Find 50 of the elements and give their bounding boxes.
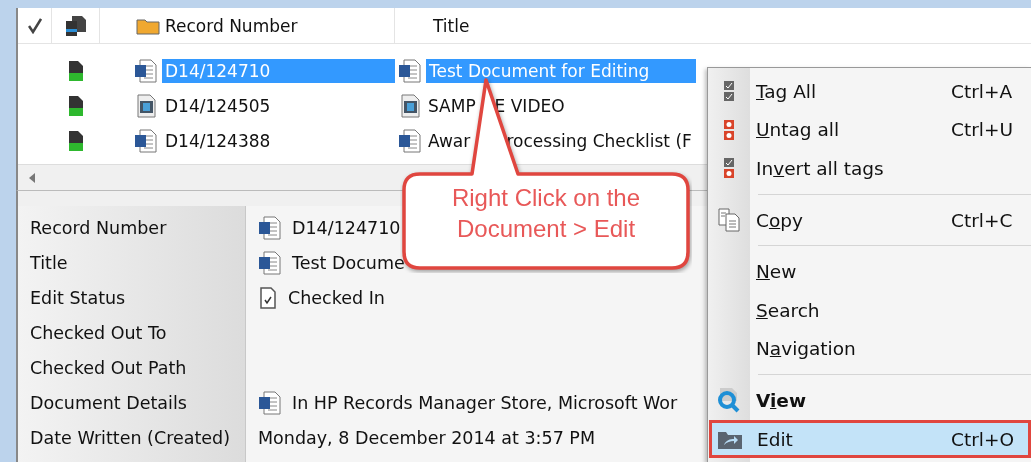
menu-item[interactable]: Edit Ctrl+O <box>709 419 1031 459</box>
column-header[interactable]: Title <box>433 15 470 36</box>
field-label: Checked Out Path <box>29 357 188 378</box>
field-value: Monday, 8 December 2014 at 3:57 PM <box>258 427 595 448</box>
scroll-left-icon[interactable] <box>28 172 36 183</box>
title-cell[interactable]: Awar <box>426 128 471 153</box>
field-label: Document Details <box>29 392 188 413</box>
menu-item[interactable]: New <box>708 252 1031 291</box>
magnifier-icon <box>716 387 742 414</box>
video-file-icon <box>134 93 158 118</box>
checked-document-icon <box>258 285 278 310</box>
video-file-icon <box>398 93 422 118</box>
check-cross-icon <box>723 157 735 180</box>
menu-item[interactable]: Invert all tags <box>708 149 1031 188</box>
record-number-cell[interactable]: D14/124505 <box>162 93 395 118</box>
document-status-icon <box>69 95 83 116</box>
field-label: Checked Out To <box>29 322 168 343</box>
field-value: In HP Records Manager Store, Microsoft Wor <box>292 392 678 413</box>
title-cell[interactable]: SAMP <box>426 93 476 118</box>
word-document-icon <box>134 58 158 83</box>
menu-item[interactable]: Tag All Ctrl+A <box>708 72 1031 111</box>
field-label: Edit Status <box>29 287 127 308</box>
field-label: Title <box>29 252 69 273</box>
word-document-icon <box>398 128 422 153</box>
menu-item[interactable]: Navigation <box>708 329 1031 369</box>
column-header[interactable]: Record Number <box>162 13 301 38</box>
folder-icon <box>136 16 160 35</box>
word-document-icon <box>258 250 282 275</box>
field-label: Date Written (Created) <box>29 427 232 448</box>
checkbox-pair-icon <box>723 80 735 103</box>
field-value: Test Docume <box>292 252 405 273</box>
menu-item[interactable]: Untag all Ctrl+U <box>708 110 1031 150</box>
word-document-icon <box>134 128 158 153</box>
callout-text: Right Click on the Document > Edit <box>450 183 642 244</box>
menu-item[interactable]: Copy Ctrl+C <box>708 200 1031 240</box>
word-document-icon <box>258 215 282 240</box>
field-value: D14/124710 <box>292 217 401 238</box>
copy-icon <box>717 208 741 233</box>
word-document-icon <box>398 58 422 83</box>
record-number-cell[interactable]: D14/124388 <box>162 128 395 153</box>
menu-item[interactable]: View <box>708 381 1031 420</box>
word-document-icon <box>258 390 282 415</box>
document-status-icon <box>69 60 83 81</box>
checkmark-icon <box>27 17 42 34</box>
documents-icon <box>64 14 87 37</box>
cross-pair-icon <box>723 118 735 141</box>
field-label: Record Number <box>29 217 168 238</box>
document-status-icon <box>69 130 83 151</box>
menu-item[interactable]: Search <box>708 290 1031 330</box>
field-value: Checked In <box>288 287 385 308</box>
